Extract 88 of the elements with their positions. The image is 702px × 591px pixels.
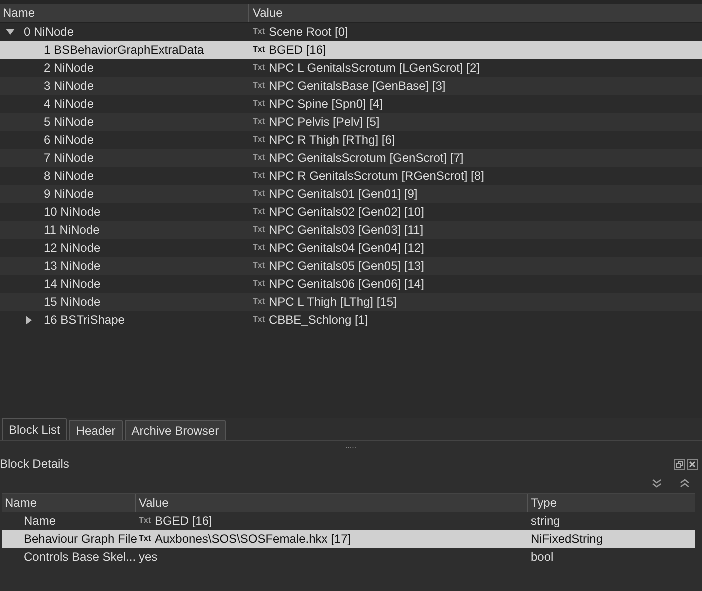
expanded-arrow-icon[interactable]	[6, 29, 15, 35]
node-name: 1 BSBehaviorGraphExtraData	[44, 42, 204, 59]
node-name: 4 NiNode	[44, 96, 94, 113]
node-value: NPC Spine [Spn0] [4]	[269, 96, 384, 113]
node-value: NPC R GenitalsScrotum [RGenScrot] [8]	[269, 168, 484, 185]
text-type-icon: Txt	[253, 244, 265, 252]
node-value: CBBE_Schlong [1]	[269, 312, 368, 329]
node-value: NPC Genitals06 [Gen06] [14]	[269, 276, 424, 293]
tab[interactable]: Block List	[2, 418, 68, 440]
field-type: string	[531, 513, 560, 530]
node-name: 2 NiNode	[44, 60, 94, 77]
node-name: 0 NiNode	[24, 24, 74, 41]
node-value: NPC GenitalsScrotum [GenScrot] [7]	[269, 150, 464, 167]
column-header[interactable]: Value	[249, 4, 702, 22]
panel-title: Block Details	[0, 456, 70, 473]
close-icon[interactable]	[687, 458, 698, 470]
node-name: 13 NiNode	[44, 258, 101, 275]
field-type: NiFixedString	[531, 531, 604, 548]
field-value: BGED [16]	[155, 513, 212, 530]
field-value: yes	[139, 549, 158, 566]
node-name: 12 NiNode	[44, 240, 101, 257]
tab[interactable]: Archive Browser	[124, 420, 226, 440]
field-name: Behaviour Graph File	[24, 531, 138, 548]
detail-row[interactable]: Controls Base Skel... yes bool	[2, 548, 695, 566]
text-type-icon: Txt	[253, 226, 265, 234]
float-icon[interactable]	[674, 458, 685, 470]
node-value: NPC Genitals05 [Gen05] [13]	[269, 258, 424, 275]
node-name: 7 NiNode	[44, 150, 94, 167]
node-value: NPC Genitals04 [Gen04] [12]	[269, 240, 424, 257]
node-name: 14 NiNode	[44, 276, 101, 293]
node-name: 8 NiNode	[44, 168, 94, 185]
text-type-icon: Txt	[253, 172, 265, 180]
node-value: NPC Pelvis [Pelv] [5]	[269, 114, 380, 131]
collapse-up-icon[interactable]	[680, 478, 690, 488]
node-name: 3 NiNode	[44, 78, 94, 95]
node-name: 11 NiNode	[44, 222, 100, 239]
tree-row[interactable]: 15 NiNode Txt NPC L Thigh [LThg] [15]	[0, 293, 702, 311]
node-name: 16 BSTriShape	[44, 312, 125, 329]
collapsed-arrow-icon[interactable]	[26, 316, 32, 324]
node-name: 9 NiNode	[44, 186, 94, 203]
text-type-icon: Txt	[253, 316, 265, 324]
column-header[interactable]: Name	[0, 4, 249, 22]
tree-row[interactable]: 3 NiNode Txt NPC GenitalsBase [GenBase] [3]	[0, 77, 702, 95]
node-name: 15 NiNode	[44, 294, 101, 311]
text-type-icon: Txt	[253, 190, 265, 198]
expand-down-icon[interactable]	[652, 478, 662, 488]
detail-row[interactable]: Name Txt BGED [16] string	[2, 512, 695, 530]
tree-row[interactable]: 11 NiNode Txt NPC Genitals03 [Gen03] [11]	[0, 221, 702, 239]
node-value: NPC R Thigh [RThg] [6]	[269, 132, 396, 149]
text-type-icon: Txt	[253, 280, 265, 288]
node-value: NPC Genitals02 [Gen02] [10]	[269, 204, 424, 221]
node-name: 6 NiNode	[44, 132, 94, 149]
field-name: Name	[24, 513, 56, 530]
node-value: Scene Root [0]	[269, 24, 348, 41]
field-name: Controls Base Skel...	[24, 549, 136, 566]
text-type-icon: Txt	[253, 136, 265, 144]
field-value: Auxbones\SOS\SOSFemale.hkx [17]	[155, 531, 352, 548]
tab[interactable]: Header	[69, 420, 123, 440]
tree-row[interactable]: 13 NiNode Txt NPC Genitals05 [Gen05] [13]	[0, 257, 702, 275]
column-header[interactable]: Name	[2, 494, 136, 512]
node-value: BGED [16]	[269, 42, 326, 59]
tree-row[interactable]: 7 NiNode Txt NPC GenitalsScrotum [GenScrot] [7]	[0, 149, 702, 167]
tree-row[interactable]: 5 NiNode Txt NPC Pelvis [Pelv] [5]	[0, 113, 702, 131]
text-type-icon: Txt	[253, 100, 265, 108]
tree-row[interactable]: 9 NiNode Txt NPC Genitals01 [Gen01] [9]	[0, 185, 702, 203]
text-type-icon: Txt	[253, 46, 265, 54]
node-value: NPC L GenitalsScrotum [LGenScrot] [2]	[269, 60, 480, 77]
node-value: NPC L Thigh [LThg] [15]	[269, 294, 397, 311]
tree-row[interactable]: 1 BSBehaviorGraphExtraData Txt BGED [16]	[0, 41, 702, 59]
text-type-icon: Txt	[253, 64, 265, 72]
text-type-icon: Txt	[253, 154, 265, 162]
column-header[interactable]: Type	[528, 494, 695, 512]
node-name: 10 NiNode	[44, 204, 101, 221]
field-type: bool	[531, 549, 554, 566]
text-type-icon: Txt	[253, 118, 265, 126]
text-type-icon: Txt	[139, 535, 151, 543]
node-name: 5 NiNode	[44, 114, 94, 131]
node-value: NPC Genitals01 [Gen01] [9]	[269, 186, 418, 203]
node-value: NPC Genitals03 [Gen03] [11]	[269, 222, 424, 239]
text-type-icon: Txt	[253, 298, 265, 306]
splitter-handle[interactable]: .....	[345, 441, 357, 453]
text-type-icon: Txt	[253, 262, 265, 270]
column-header[interactable]: Value	[136, 494, 528, 512]
text-type-icon: Txt	[253, 28, 265, 36]
text-type-icon: Txt	[253, 82, 265, 90]
text-type-icon: Txt	[139, 517, 151, 525]
node-value: NPC GenitalsBase [GenBase] [3]	[269, 78, 446, 95]
text-type-icon: Txt	[253, 208, 265, 216]
